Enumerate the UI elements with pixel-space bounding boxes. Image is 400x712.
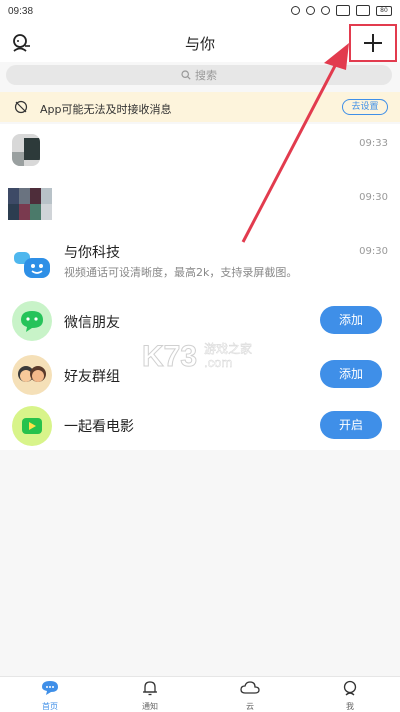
enable-movie-button[interactable]: 开启 — [320, 411, 382, 439]
watermark: K73 游戏之家 .com — [141, 340, 262, 374]
feature-name: 微信朋友 — [64, 315, 120, 331]
watermark-site-en: .com — [204, 355, 233, 370]
status-icons: 80 — [291, 5, 392, 16]
group-icon — [12, 355, 52, 395]
tab-cloud[interactable]: 云 — [220, 680, 280, 712]
add-button[interactable] — [349, 24, 397, 62]
conversation-time: 09:30 — [359, 246, 388, 257]
bluetooth-icon — [321, 6, 330, 15]
conversation-preview: 视频通话可设清晰度，最高2k，支持录屏截图。 — [64, 266, 298, 279]
notification-off-icon — [14, 100, 28, 114]
conversation-list: 09:33 09:30 与你科技 视频通话可设清晰度，最高2k，支持录屏截图。 … — [0, 124, 400, 450]
go-settings-button[interactable]: 去设置 — [342, 99, 388, 115]
bell-icon — [143, 681, 157, 696]
battery-icon: 80 — [376, 5, 392, 16]
conversation-time: 09:33 — [359, 138, 388, 149]
tab-label: 我 — [346, 702, 354, 711]
search-placeholder: 搜索 — [195, 69, 217, 82]
signal-icon — [356, 5, 370, 16]
plus-icon — [364, 34, 382, 52]
tab-bar: 首页 通知 云 我 — [0, 676, 400, 712]
page-title: 与你 — [184, 35, 215, 53]
conversation-item[interactable]: 09:30 — [0, 178, 400, 240]
conversation-item[interactable]: 09:33 — [0, 124, 400, 178]
profile-icon — [343, 680, 357, 696]
avatar — [8, 188, 52, 220]
wechat-icon — [12, 301, 52, 341]
watermark-logo: K73 — [141, 340, 198, 374]
status-time: 09:38 — [8, 6, 34, 17]
feature-name: 好友群组 — [64, 369, 120, 385]
tab-home[interactable]: 首页 — [20, 680, 80, 712]
tab-notifications[interactable]: 通知 — [120, 680, 180, 712]
bot-icon — [14, 252, 50, 278]
search-icon — [181, 70, 191, 80]
conversation-name: 与你科技 — [64, 245, 120, 261]
mute-icon — [306, 6, 315, 15]
app-header: 与你 — [0, 22, 400, 62]
add-group-button[interactable]: 添加 — [320, 360, 382, 388]
avatar — [12, 134, 40, 166]
notification-banner: App可能无法及时接收消息 去设置 — [0, 92, 400, 122]
wifi-icon — [336, 5, 350, 16]
feature-item-movie[interactable]: 一起看电影 开启 — [0, 402, 400, 450]
home-chat-icon — [42, 681, 58, 695]
add-wechat-friend-button[interactable]: 添加 — [320, 306, 382, 334]
conversation-item[interactable]: 与你科技 视频通话可设清晰度，最高2k，支持录屏截图。 09:30 — [0, 240, 400, 294]
movie-icon — [12, 406, 52, 446]
alarm-icon — [291, 6, 300, 15]
cloud-icon — [240, 681, 260, 694]
feature-name: 一起看电影 — [64, 419, 134, 435]
tab-label: 云 — [246, 702, 254, 711]
status-bar: 09:38 80 — [0, 0, 400, 22]
tab-me[interactable]: 我 — [320, 680, 380, 712]
conversation-time: 09:30 — [359, 192, 388, 203]
tab-label: 首页 — [42, 702, 58, 711]
banner-text: App可能无法及时接收消息 — [40, 103, 172, 116]
search-input[interactable]: 搜索 — [6, 65, 392, 85]
tab-label: 通知 — [142, 702, 158, 711]
